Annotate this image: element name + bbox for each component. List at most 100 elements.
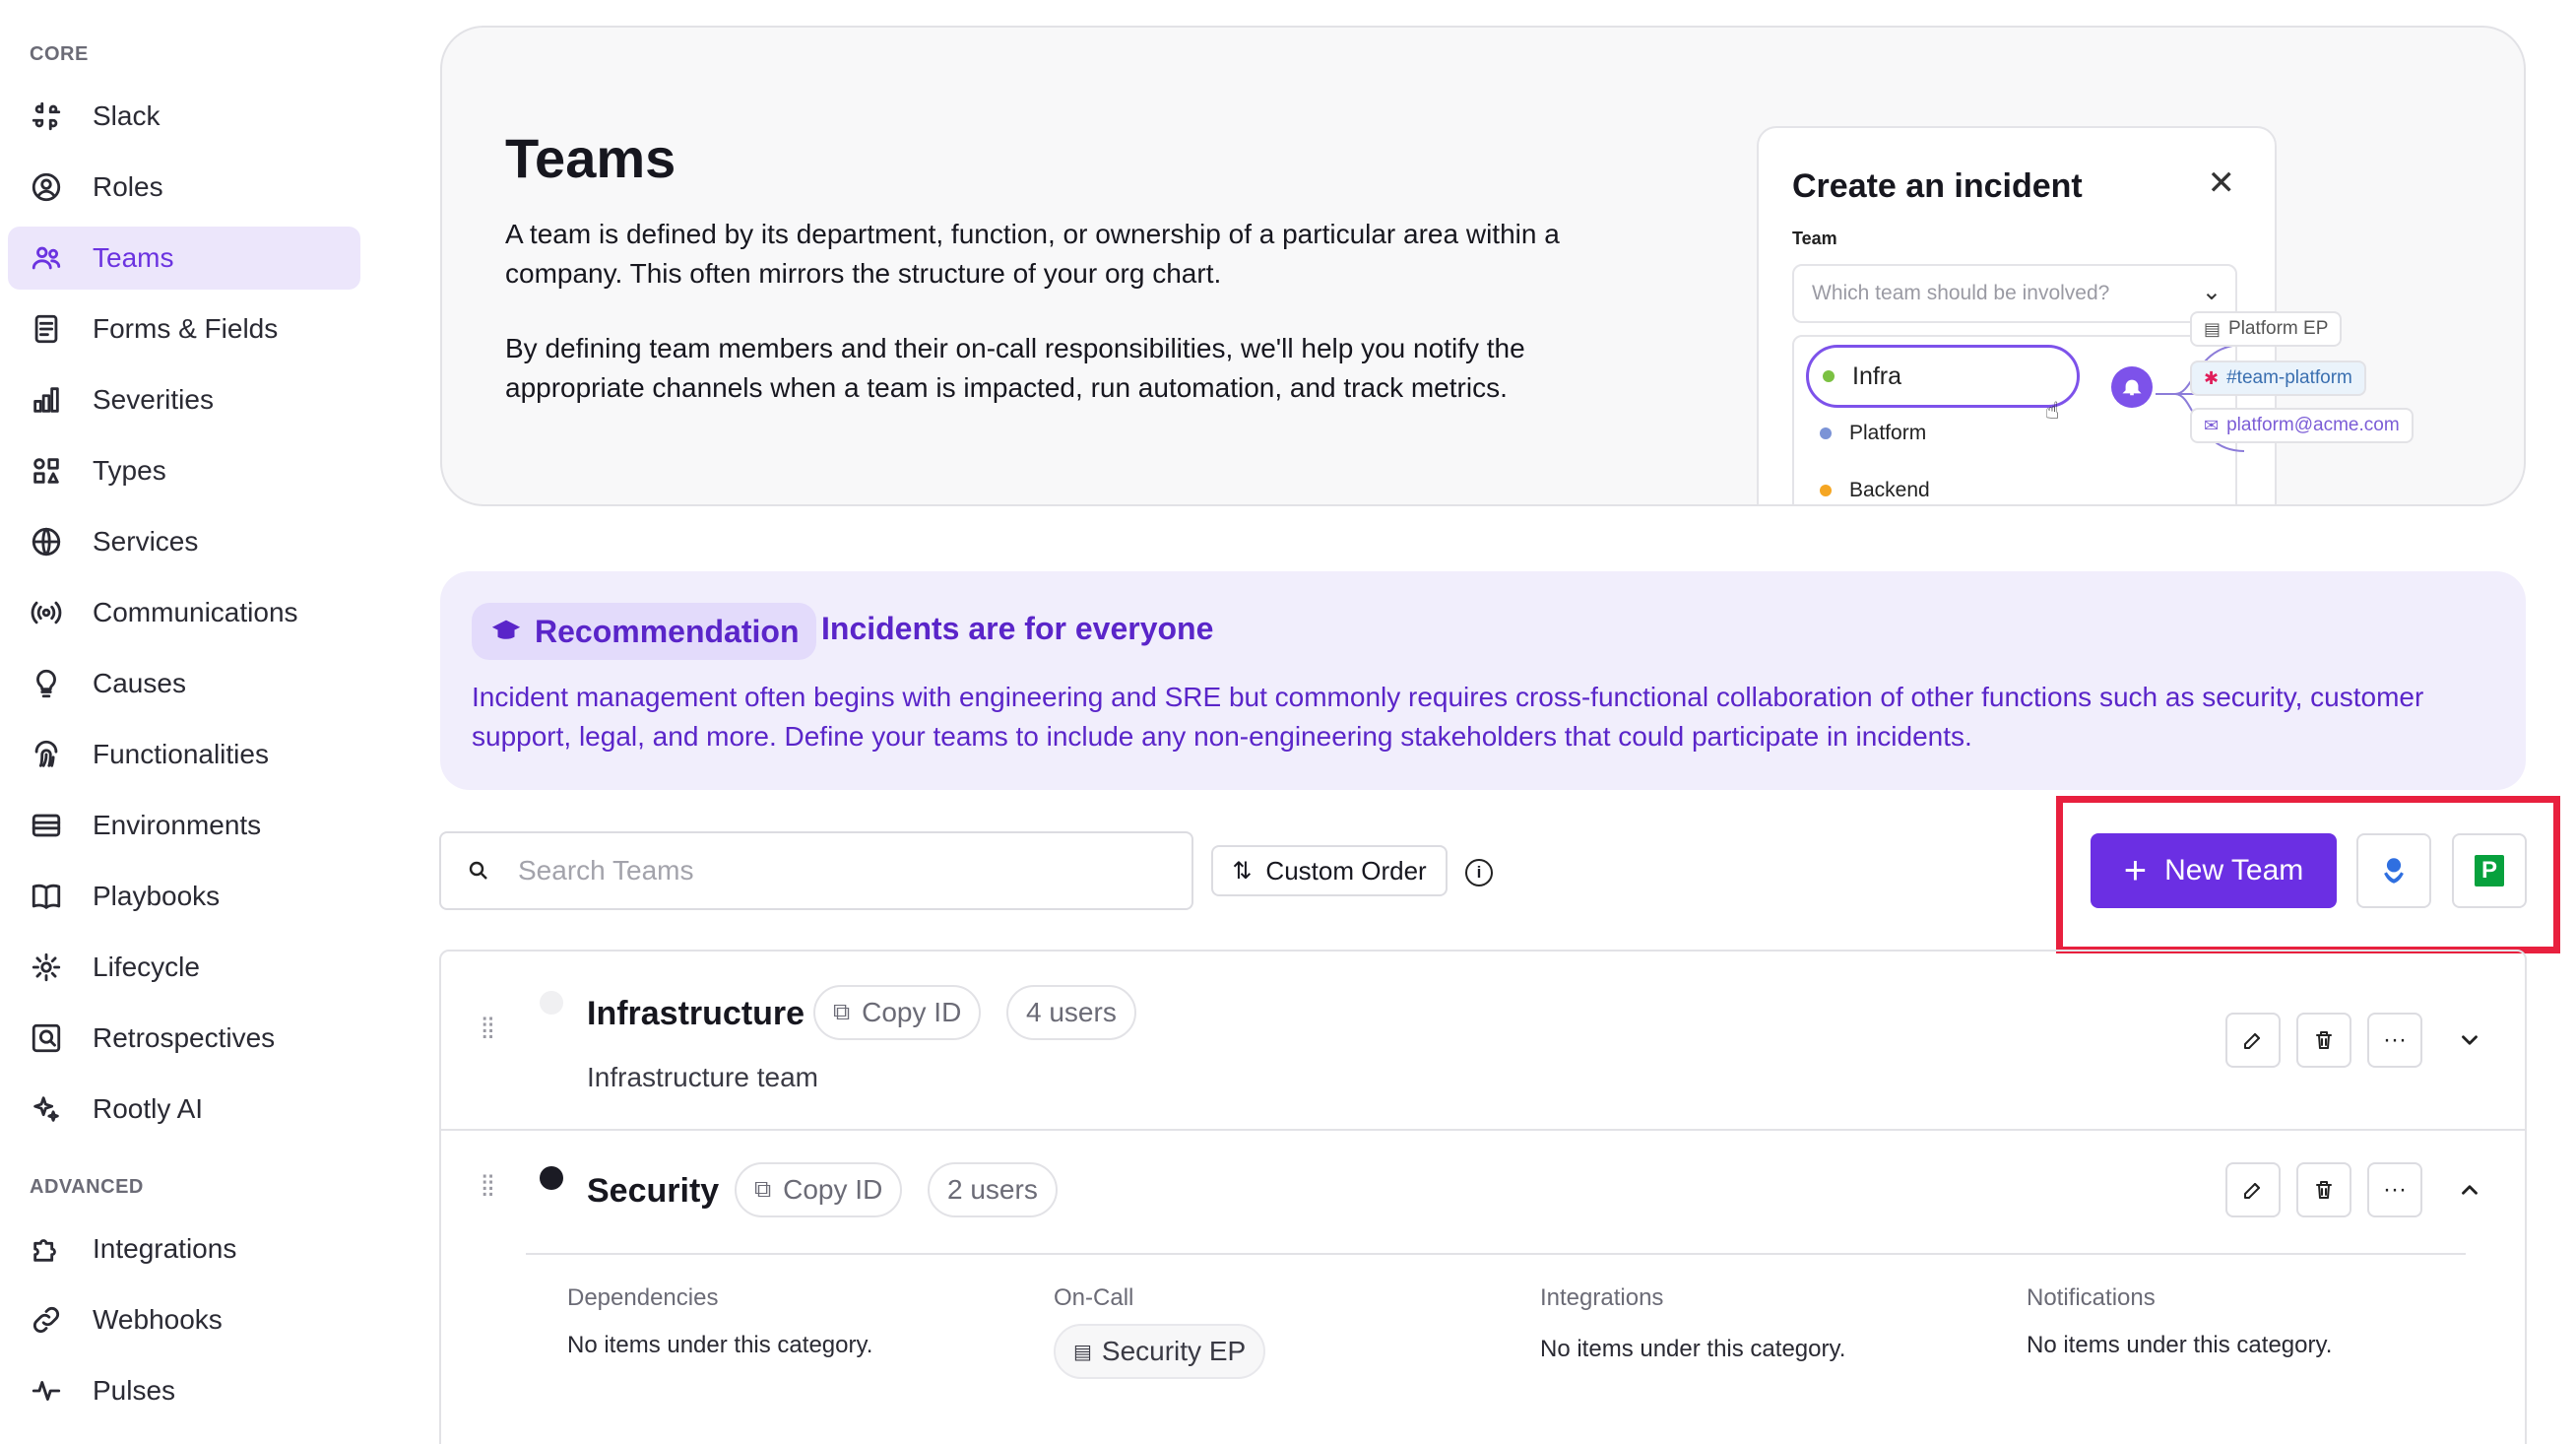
- sidebar-item-label: Slack: [93, 100, 161, 131]
- mock-option-platform: Platform: [1820, 422, 1926, 445]
- sidebar-item-label: Playbooks: [93, 881, 221, 911]
- sidebar-item-label: Rootly AI: [93, 1093, 204, 1124]
- chevron-up-icon: [2462, 1185, 2478, 1195]
- bar-chart-icon: [28, 381, 65, 419]
- more-icon: ···: [2383, 1176, 2407, 1203]
- more-button[interactable]: ···: [2367, 1013, 2422, 1068]
- delete-button[interactable]: [2296, 1162, 2351, 1217]
- sidebar-item-pulses[interactable]: Pulses: [8, 1359, 360, 1422]
- sidebar-item-webhooks[interactable]: Webhooks: [8, 1288, 360, 1351]
- sidebar-item-slack[interactable]: Slack: [8, 85, 360, 148]
- team-row[interactable]: ⁞⁞ Security ⧉ Copy ID 2 users ··· Depend…: [441, 1131, 2525, 1444]
- user-count-badge: 2 users: [928, 1162, 1058, 1217]
- integrations-heading: Integrations: [1540, 1284, 1664, 1311]
- mock-option-label: Backend: [1849, 479, 1930, 501]
- section-label-advanced: ADVANCED: [30, 1176, 144, 1198]
- status-dot: [1820, 485, 1832, 496]
- sidebar-item-label: Environments: [93, 810, 262, 840]
- sidebar-item-types[interactable]: Types: [8, 439, 360, 502]
- search-input[interactable]: [518, 855, 1148, 886]
- sidebar-item-label: Roles: [93, 171, 163, 202]
- edit-button[interactable]: [2225, 1013, 2281, 1068]
- sidebar-item-severities[interactable]: Severities: [8, 368, 360, 431]
- sidebar: CORE Slack Roles Teams Forms & Fields Se…: [0, 0, 374, 1444]
- section-label-core: CORE: [30, 43, 89, 65]
- team-name: Infrastructure: [587, 995, 805, 1032]
- sidebar-item-teams[interactable]: Teams: [8, 227, 360, 290]
- oncall-value: Security EP: [1101, 1336, 1247, 1366]
- status-dot: [1820, 427, 1832, 439]
- sidebar-item-label: Lifecycle: [93, 952, 200, 982]
- sidebar-item-rootly-ai[interactable]: Rootly AI: [8, 1078, 360, 1141]
- mock-option-infra: Infra ☝: [1806, 345, 2080, 425]
- delete-button[interactable]: [2296, 1013, 2351, 1068]
- sidebar-item-label: Services: [93, 526, 199, 557]
- sidebar-item-lifecycle[interactable]: Lifecycle: [8, 936, 360, 999]
- sidebar-item-label: Pulses: [93, 1375, 176, 1406]
- edit-button[interactable]: [2225, 1162, 2281, 1217]
- info-icon[interactable]: i: [1465, 859, 1493, 886]
- custom-order-button[interactable]: ⇅ Custom Order: [1211, 845, 1448, 896]
- sidebar-item-label: Teams: [93, 242, 174, 273]
- pagerduty-import-button[interactable]: P: [2452, 833, 2527, 908]
- sidebar-item-integrations[interactable]: Integrations: [8, 1217, 360, 1280]
- edit-icon: [2244, 1183, 2260, 1199]
- users-icon: [28, 239, 65, 277]
- custom-order-label: Custom Order: [1265, 855, 1427, 886]
- form-icon: [28, 310, 65, 348]
- mock-option-backend: Backend: [1820, 479, 1930, 502]
- chip-slack-channel: ✱ #team-platform: [2190, 361, 2366, 396]
- more-icon: ···: [2383, 1026, 2407, 1053]
- chip-escalation-policy: ▤ Platform EP: [2190, 311, 2343, 347]
- oncall-escalation-policy[interactable]: ▤ Security EP: [1054, 1324, 1266, 1379]
- mock-title: Create an incident: [1792, 167, 2083, 205]
- mock-field-label: Team: [1792, 229, 1837, 248]
- sidebar-item-environments[interactable]: Environments: [8, 794, 360, 857]
- slack-icon: ✱: [2204, 367, 2220, 388]
- mock-select-placeholder: Which team should be involved?: [1812, 282, 2110, 304]
- sidebar-item-label: Types: [93, 455, 166, 486]
- new-team-button[interactable]: + New Team: [2091, 833, 2337, 908]
- drag-handle-icon[interactable]: ⁞⁞: [481, 1172, 495, 1202]
- sidebar-item-label: Webhooks: [93, 1304, 223, 1335]
- sidebar-item-functionalities[interactable]: Functionalities: [8, 723, 360, 786]
- sidebar-item-label: Causes: [93, 668, 186, 698]
- team-list: ⁞⁞ Infrastructure ⧉ Copy ID 4 users Infr…: [439, 950, 2527, 1444]
- sort-icon: ⇅: [1232, 857, 1253, 885]
- search-box[interactable]: [439, 831, 1193, 910]
- collapse-button[interactable]: [2450, 1170, 2489, 1210]
- hero-description: A team is defined by its department, fun…: [505, 219, 1560, 289]
- copy-id-button[interactable]: ⧉ Copy ID: [735, 1162, 903, 1217]
- expand-button[interactable]: [2450, 1020, 2489, 1060]
- user-count: 4 users: [1026, 997, 1117, 1027]
- retrospective-icon: [28, 1019, 65, 1057]
- trash-icon: [2316, 1031, 2332, 1049]
- pulse-icon: [28, 1372, 65, 1410]
- sidebar-item-services[interactable]: Services: [8, 510, 360, 573]
- sidebar-item-roles[interactable]: Roles: [8, 156, 360, 219]
- team-row[interactable]: ⁞⁞ Infrastructure ⧉ Copy ID 4 users Infr…: [441, 952, 2525, 1129]
- cursor-icon: ☝: [2045, 398, 2060, 425]
- copy-id-button[interactable]: ⧉ Copy ID: [813, 985, 982, 1040]
- dependencies-heading: Dependencies: [567, 1284, 719, 1311]
- copy-icon: ⧉: [754, 1176, 772, 1203]
- edit-icon: [2244, 1033, 2260, 1049]
- integrations-value: No items under this category.: [1540, 1336, 1846, 1362]
- opsgenie-icon: [2384, 858, 2404, 884]
- more-button[interactable]: ···: [2367, 1162, 2422, 1217]
- close-icon: ✕: [2207, 164, 2236, 202]
- opsgenie-import-button[interactable]: [2356, 833, 2431, 908]
- sidebar-item-causes[interactable]: Causes: [8, 652, 360, 715]
- broadcast-icon: [28, 594, 65, 631]
- drag-handle-icon[interactable]: ⁞⁞: [481, 1015, 495, 1044]
- trash-icon: [2316, 1181, 2332, 1199]
- sidebar-item-label: Communications: [93, 597, 298, 627]
- sidebar-item-playbooks[interactable]: Playbooks: [8, 865, 360, 928]
- sidebar-item-forms-fields[interactable]: Forms & Fields: [8, 297, 360, 361]
- graduation-cap-icon: [491, 620, 521, 639]
- notifications-value: No items under this category.: [2027, 1332, 2333, 1358]
- lifecycle-icon: [28, 949, 65, 986]
- sidebar-item-communications[interactable]: Communications: [8, 581, 360, 644]
- sidebar-item-retrospectives[interactable]: Retrospectives: [8, 1007, 360, 1070]
- mail-icon: ✉: [2204, 415, 2220, 435]
